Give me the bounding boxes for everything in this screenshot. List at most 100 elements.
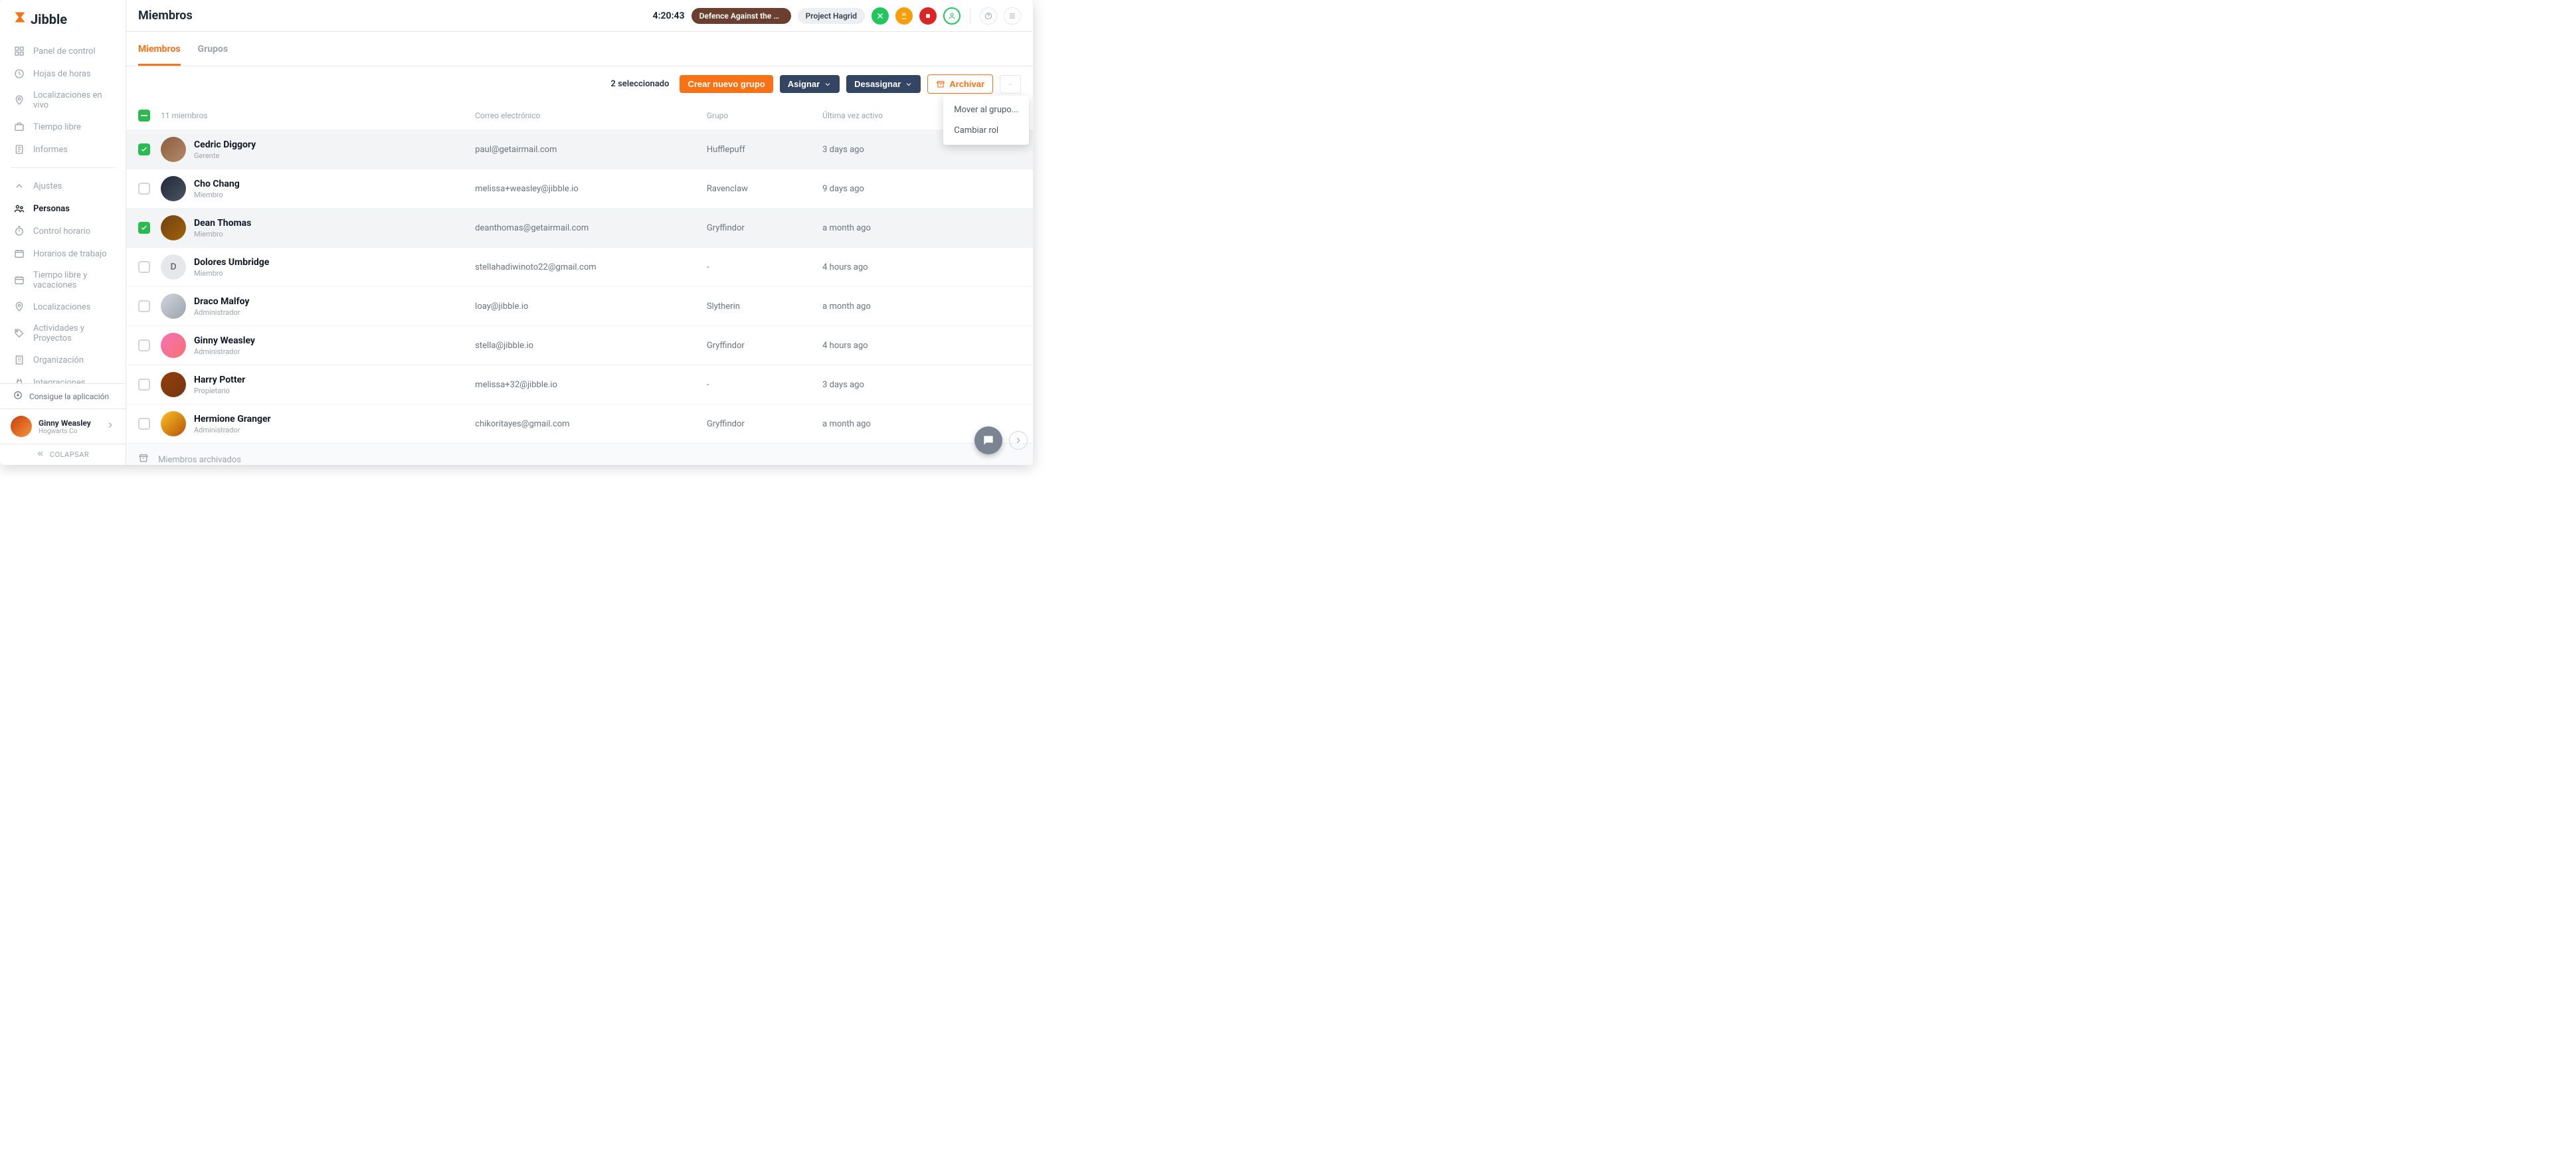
menu-change-role[interactable]: Cambiar rol <box>943 120 1029 141</box>
stop-button[interactable] <box>919 7 937 25</box>
timer-value: 4:20:43 <box>653 11 685 21</box>
assign-label: Asignar <box>788 79 820 89</box>
sidebar-item-organization[interactable]: Organización <box>0 349 126 371</box>
timer-icon <box>13 225 25 237</box>
member-email: deanthomas@getairmail.com <box>475 223 707 233</box>
sidebar-item-locations[interactable]: Localizaciones <box>0 296 126 318</box>
row-checkbox[interactable] <box>138 183 150 195</box>
row-checkbox[interactable] <box>138 418 150 430</box>
sidebar-item-label: Informes <box>33 145 68 155</box>
user-org: Hogwarts Co <box>39 428 99 435</box>
sidebar-item-label: Control horario <box>33 226 90 236</box>
table-row[interactable]: Cedric DiggoryGerentepaul@getairmail.com… <box>126 130 1033 169</box>
user-status-button[interactable] <box>943 7 961 25</box>
collapse-label: COLAPSAR <box>50 450 89 459</box>
sidebar-item-timesheets[interactable]: Hojas de horas <box>0 62 126 85</box>
row-checkbox[interactable] <box>138 339 150 351</box>
divider <box>11 167 115 168</box>
tab-bar: Miembros Grupos <box>126 32 1033 66</box>
sidebar-item-label: Localizaciones en vivo <box>33 90 112 110</box>
archived-label: Miembros archivados <box>158 455 241 465</box>
members-table: 11 miembros Correo electrónico Grupo Últ… <box>126 102 1033 465</box>
member-name: Dean Thomas <box>194 218 251 228</box>
sidebar-item-label: Integraciones <box>33 378 86 384</box>
menu-move-to-group[interactable]: Mover al grupo... <box>943 100 1029 120</box>
member-name: Ginny Weasley <box>194 335 255 346</box>
pin-icon <box>13 94 25 106</box>
table-row[interactable]: DDolores UmbridgeMiembrostellahadiwinoto… <box>126 247 1033 286</box>
clock-icon <box>13 68 25 80</box>
break-button[interactable] <box>895 7 913 25</box>
member-email: loay@jibble.io <box>475 302 707 312</box>
sidebar-item-time-off[interactable]: Tiempo libre <box>0 116 126 138</box>
sidebar-item-time-tracking[interactable]: Control horario <box>0 220 126 242</box>
table-row[interactable]: Harry PotterPropietariomelissa+32@jibble… <box>126 365 1033 404</box>
table-row[interactable]: Dean ThomasMiembrodeanthomas@getairmail.… <box>126 208 1033 247</box>
column-email: Correo electrónico <box>475 111 707 120</box>
table-row[interactable]: Draco MalfoyAdministradorloay@jibble.ioS… <box>126 286 1033 325</box>
help-button[interactable] <box>980 7 997 25</box>
sidebar-item-holidays[interactable]: Tiempo libre y vacaciones <box>0 265 126 296</box>
select-all-checkbox[interactable] <box>138 110 150 122</box>
row-checkbox[interactable] <box>138 222 150 234</box>
more-actions-button[interactable] <box>1000 75 1021 94</box>
member-email: stella@jibble.io <box>475 341 707 351</box>
tab-groups[interactable]: Grupos <box>198 44 228 66</box>
member-group: - <box>707 380 822 390</box>
sidebar-item-schedules[interactable]: Horarios de trabajo <box>0 242 126 265</box>
chevron-down-icon <box>905 80 913 88</box>
logo[interactable]: Jibble <box>0 0 126 36</box>
page-title: Miembros <box>138 9 193 23</box>
collapse-button[interactable]: COLAPSAR <box>0 444 126 465</box>
chat-button[interactable] <box>974 426 1002 454</box>
user-menu[interactable]: Ginny Weasley Hogwarts Co <box>0 408 126 444</box>
avatar <box>161 176 186 201</box>
chevron-up-icon <box>13 180 25 192</box>
assign-button[interactable]: Asignar <box>780 75 840 93</box>
sidebar-item-activities[interactable]: Actividades y Proyectos <box>0 318 126 349</box>
create-group-button[interactable]: Crear nuevo grupo <box>680 75 773 93</box>
member-last-active: a month ago <box>822 223 1021 233</box>
member-last-active: 4 hours ago <box>822 341 1021 351</box>
table-row[interactable]: Cho ChangMiembromelissa+weasley@jibble.i… <box>126 169 1033 208</box>
member-group: Gryffindor <box>707 419 822 429</box>
archive-icon <box>138 453 149 465</box>
status-green-button[interactable] <box>872 7 889 25</box>
sidebar-item-label: Personas <box>33 204 70 214</box>
chat-icon <box>982 434 995 447</box>
table-row[interactable]: Ginny WeasleyAdministradorstella@jibble.… <box>126 325 1033 365</box>
unassign-button[interactable]: Desasignar <box>846 75 921 93</box>
plug-icon <box>13 377 25 383</box>
chevron-right-icon <box>106 420 115 432</box>
avatar <box>161 137 186 162</box>
table-header: 11 miembros Correo electrónico Grupo Últ… <box>126 102 1033 130</box>
sidebar-item-live-locations[interactable]: Localizaciones en vivo <box>0 85 126 116</box>
sidebar-item-settings[interactable]: Ajustes <box>0 175 126 197</box>
row-checkbox[interactable] <box>138 261 150 273</box>
scroll-right-button[interactable] <box>1009 431 1028 450</box>
member-group: Hufflepuff <box>707 145 822 155</box>
settings-button[interactable] <box>1004 7 1021 25</box>
avatar <box>161 372 186 397</box>
sidebar-item-people[interactable]: Personas <box>0 197 126 220</box>
tab-members[interactable]: Miembros <box>138 44 181 66</box>
row-checkbox[interactable] <box>138 300 150 312</box>
row-checkbox[interactable] <box>138 143 150 155</box>
member-name: Draco Malfoy <box>194 296 249 307</box>
sidebar-item-reports[interactable]: Informes <box>0 138 126 161</box>
member-last-active: 4 hours ago <box>822 262 1021 272</box>
member-last-active: 9 days ago <box>822 184 1021 194</box>
avatar <box>161 215 186 240</box>
activity-pill[interactable]: Defence Against the D... <box>691 8 791 24</box>
sidebar-item-dashboard[interactable]: Panel de control <box>0 40 126 62</box>
main-content: Miembros 4:20:43 Defence Against the D..… <box>126 0 1033 465</box>
get-app-button[interactable]: Consigue la aplicación <box>0 384 126 408</box>
schedule-icon <box>13 248 25 260</box>
project-pill[interactable]: Project Hagrid <box>798 8 865 24</box>
calendar-icon <box>13 274 25 286</box>
archived-members-link[interactable]: Miembros archivados <box>126 443 1033 465</box>
row-checkbox[interactable] <box>138 379 150 391</box>
archive-button[interactable]: Archivar <box>927 74 993 94</box>
table-row[interactable]: Hermione GrangerAdministradorchikoritaye… <box>126 404 1033 443</box>
sidebar-item-integrations[interactable]: Integraciones <box>0 371 126 383</box>
